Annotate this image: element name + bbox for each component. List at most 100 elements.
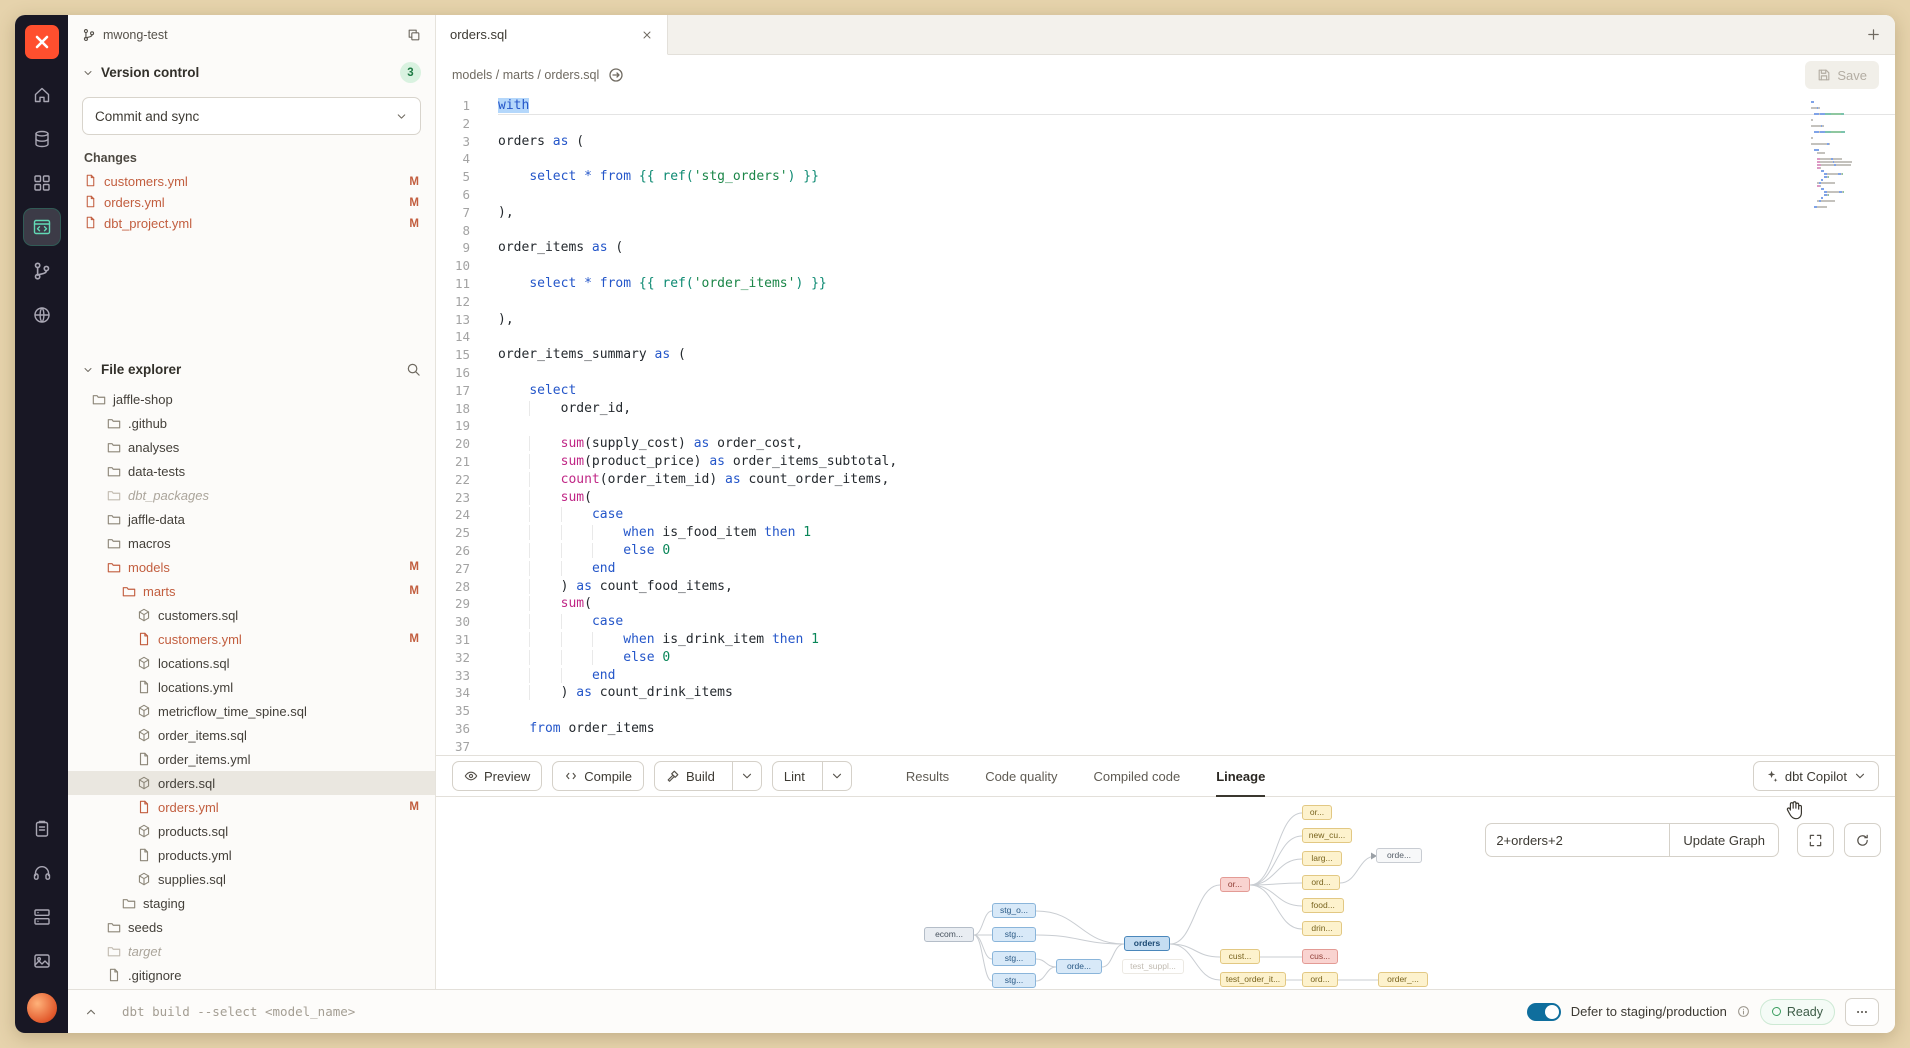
build-action[interactable]: Build (655, 762, 726, 790)
globe-icon[interactable] (24, 297, 60, 333)
lineage-node-cust[interactable]: cust... (1220, 949, 1260, 964)
change-item-customers.yml[interactable]: customers.ymlM (68, 171, 435, 192)
code-line-1[interactable]: with (498, 97, 1895, 115)
change-item-dbt_project.yml[interactable]: dbt_project.ymlM (68, 213, 435, 234)
code-lines[interactable]: withorders as ( select * from {{ ref('st… (484, 95, 1895, 755)
chevron-down-icon[interactable] (395, 110, 408, 123)
tree-item-macros[interactable]: macros (68, 531, 435, 555)
tree-item-products.sql[interactable]: products.sql (68, 819, 435, 843)
minimap[interactable] (1811, 101, 1887, 212)
stack-icon[interactable] (24, 899, 60, 935)
code-line-3[interactable]: orders as ( (498, 133, 1895, 151)
close-icon[interactable] (641, 29, 653, 41)
code-line-36[interactable]: from order_items (498, 720, 1895, 738)
code-line-2[interactable] (498, 115, 1895, 133)
duplicate-icon[interactable] (407, 28, 421, 42)
code-line-7[interactable]: ), (498, 204, 1895, 222)
code-line-19[interactable] (498, 417, 1895, 435)
code-line-9[interactable]: order_items as ( (498, 239, 1895, 257)
tree-item-locations.yml[interactable]: locations.yml (68, 675, 435, 699)
tree-item-jaffle-shop[interactable]: jaffle-shop (68, 387, 435, 411)
tree-item-order_items.yml[interactable]: order_items.yml (68, 747, 435, 771)
defer-toggle[interactable] (1527, 1003, 1561, 1021)
code-line-27[interactable]: end (498, 560, 1895, 578)
tree-item-seeds[interactable]: seeds (68, 915, 435, 939)
tree-item-metricflow_time_spine.sql[interactable]: metricflow_time_spine.sql (68, 699, 435, 723)
command-input[interactable]: dbt build --select <model_name> (122, 1004, 355, 1019)
lineage-node-drin[interactable]: drin... (1302, 921, 1342, 936)
dbt-copilot-button[interactable]: dbt Copilot (1753, 761, 1879, 791)
lineage-node-larg[interactable]: larg... (1302, 851, 1342, 866)
tree-item-customers.sql[interactable]: customers.sql (68, 603, 435, 627)
lint-dropdown[interactable] (822, 762, 851, 790)
tree-item-products.yml[interactable]: products.yml (68, 843, 435, 867)
tree-item-.gitignore[interactable]: .gitignore (68, 963, 435, 987)
code-line-31[interactable]: when is_drink_item then 1 (498, 631, 1895, 649)
code-line-32[interactable]: else 0 (498, 649, 1895, 667)
version-control-header[interactable]: Version control 3 (68, 52, 435, 93)
refresh-button[interactable] (1844, 823, 1881, 857)
search-icon[interactable] (406, 362, 421, 377)
tab-lineage[interactable]: Lineage (1216, 756, 1265, 796)
apps-icon[interactable] (24, 165, 60, 201)
code-line-17[interactable]: select (498, 382, 1895, 400)
build-dropdown[interactable] (732, 762, 761, 790)
lineage-node-food[interactable]: food... (1302, 898, 1344, 913)
lineage-link-icon[interactable] (608, 67, 624, 83)
lineage-node-stg[interactable]: stg... (992, 951, 1036, 966)
tab-code-quality[interactable]: Code quality (985, 756, 1057, 796)
image-icon[interactable] (24, 943, 60, 979)
code-line-8[interactable] (498, 222, 1895, 240)
lineage-node-stg_o[interactable]: stg_o... (992, 903, 1036, 918)
preview-button[interactable]: Preview (452, 761, 542, 791)
code-line-14[interactable] (498, 328, 1895, 346)
fullscreen-button[interactable] (1797, 823, 1834, 857)
code-line-13[interactable]: ), (498, 311, 1895, 329)
code-line-11[interactable]: select * from {{ ref('order_items') }} (498, 275, 1895, 293)
code-line-28[interactable]: ) as count_food_items, (498, 578, 1895, 596)
code-line-34[interactable]: ) as count_drink_items (498, 684, 1895, 702)
tree-item-target[interactable]: target (68, 939, 435, 963)
tab-compiled-code[interactable]: Compiled code (1093, 756, 1180, 796)
lineage-node-test_suppl[interactable]: test_suppl... (1122, 959, 1184, 974)
lineage-node-stg[interactable]: stg... (992, 973, 1036, 988)
file-explorer-header[interactable]: File explorer (68, 352, 435, 387)
tree-item-order_items.sql[interactable]: order_items.sql (68, 723, 435, 747)
lineage-node-cus[interactable]: cus... (1302, 949, 1338, 964)
more-menu-button[interactable] (1845, 998, 1879, 1026)
lint-action[interactable]: Lint (773, 762, 816, 790)
branch-selector[interactable]: mwong-test (68, 15, 435, 52)
code-line-33[interactable]: end (498, 667, 1895, 685)
lineage-node-new_cu[interactable]: new_cu... (1302, 828, 1352, 843)
lineage-selector-input[interactable] (1485, 823, 1669, 857)
clipboard-icon[interactable] (24, 811, 60, 847)
update-graph-button[interactable]: Update Graph (1669, 823, 1779, 857)
save-button[interactable]: Save (1805, 61, 1879, 89)
code-line-16[interactable] (498, 364, 1895, 382)
code-line-6[interactable] (498, 186, 1895, 204)
code-line-26[interactable]: else 0 (498, 542, 1895, 560)
code-line-22[interactable]: count(order_item_id) as count_order_item… (498, 471, 1895, 489)
commit-and-sync-button[interactable]: Commit and sync (82, 97, 421, 135)
lineage-node-ord[interactable]: ord... (1302, 875, 1340, 890)
code-line-21[interactable]: sum(product_price) as order_items_subtot… (498, 453, 1895, 471)
code-line-25[interactable]: when is_food_item then 1 (498, 524, 1895, 542)
lineage-node-orde[interactable]: orde... (1376, 848, 1422, 863)
code-line-10[interactable] (498, 257, 1895, 275)
lineage-node-or[interactable]: or... (1220, 877, 1250, 892)
lineage-node-stg[interactable]: stg... (992, 927, 1036, 942)
code-line-12[interactable] (498, 293, 1895, 311)
tree-item-data-tests[interactable]: data-tests (68, 459, 435, 483)
tree-item-analyses[interactable]: analyses (68, 435, 435, 459)
code-line-24[interactable]: case (498, 506, 1895, 524)
code-line-23[interactable]: sum( (498, 489, 1895, 507)
info-icon[interactable] (1737, 1005, 1750, 1018)
warehouse-icon[interactable] (24, 121, 60, 157)
status-badge[interactable]: Ready (1760, 999, 1835, 1025)
code-line-29[interactable]: sum( (498, 595, 1895, 613)
code-line-15[interactable]: order_items_summary as ( (498, 346, 1895, 364)
tree-item-jaffle-data[interactable]: jaffle-data (68, 507, 435, 531)
headset-icon[interactable] (24, 855, 60, 891)
compile-button[interactable]: Compile (552, 761, 644, 791)
tree-item-.github[interactable]: .github (68, 411, 435, 435)
